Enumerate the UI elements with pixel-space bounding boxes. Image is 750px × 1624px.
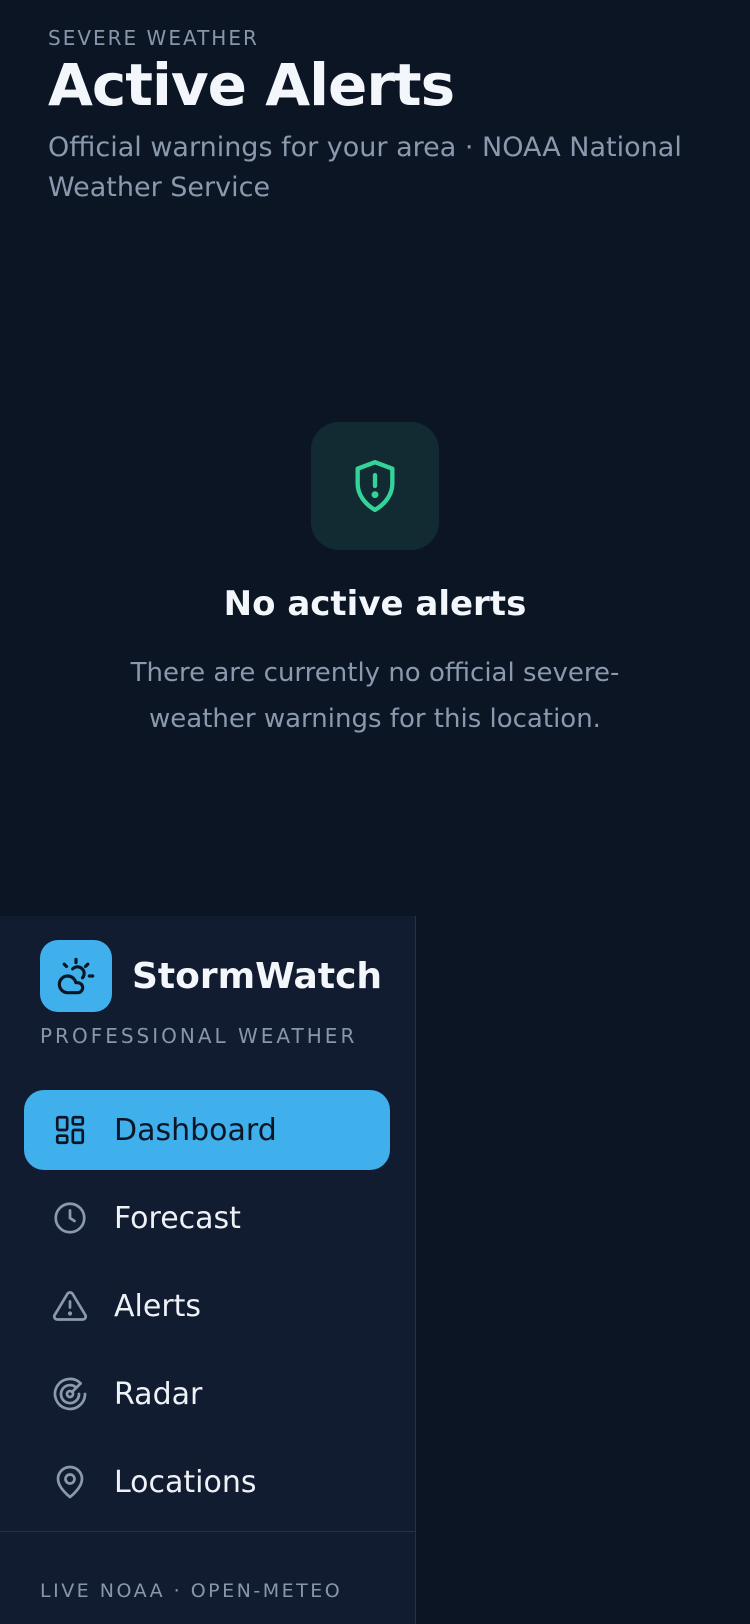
empty-state: No active alerts There are currently no … — [0, 422, 750, 742]
cloud-sun-icon — [57, 957, 95, 995]
sidebar-item-label: Alerts — [114, 1288, 202, 1324]
sidebar-item-radar[interactable]: Radar — [24, 1354, 390, 1434]
dashboard-icon — [52, 1112, 88, 1148]
page-title: Active Alerts — [48, 51, 455, 119]
sidebar-item-label: Forecast — [114, 1200, 241, 1236]
sidebar-item-forecast[interactable]: Forecast — [24, 1178, 390, 1258]
brand-name: StormWatch — [132, 955, 383, 997]
clock-icon — [52, 1200, 88, 1236]
brand-tagline: PROFESSIONAL WEATHER — [40, 1024, 358, 1048]
empty-state-message: There are currently no official severe-w… — [130, 658, 620, 734]
sidebar-item-locations[interactable]: Locations — [24, 1442, 390, 1522]
map-pin-icon — [52, 1464, 88, 1500]
shield-alert-icon — [355, 459, 395, 512]
sidebar-divider — [0, 1531, 416, 1532]
empty-state-icon-box — [311, 422, 439, 550]
sidebar-item-label: Radar — [114, 1376, 203, 1412]
sidebar: StormWatch PROFESSIONAL WEATHER Dashboar… — [0, 916, 416, 1624]
section-eyebrow: SEVERE WEATHER — [48, 26, 259, 50]
brand[interactable]: StormWatch — [40, 940, 382, 1012]
empty-state-title: No active alerts — [223, 584, 527, 624]
sidebar-item-label: Locations — [114, 1464, 257, 1500]
warning-triangle-icon — [52, 1288, 88, 1324]
sidebar-item-label: Dashboard — [114, 1112, 277, 1148]
page-header: SEVERE WEATHER Active Alerts Official wa… — [48, 26, 728, 208]
sidebar-item-dashboard[interactable]: Dashboard — [24, 1090, 390, 1170]
sidebar-footer: LIVE NOAA · OPEN-METEO — [40, 1580, 343, 1602]
brand-logo — [40, 940, 112, 1012]
sidebar-item-alerts[interactable]: Alerts — [24, 1266, 390, 1346]
radar-icon — [52, 1376, 88, 1412]
alerts-page: SEVERE WEATHER Active Alerts Official wa… — [0, 0, 750, 1624]
sidebar-nav: Dashboard Forecast Alerts Radar Location… — [24, 1090, 390, 1530]
page-subtitle: Official warnings for your area · NOAA N… — [48, 131, 682, 203]
